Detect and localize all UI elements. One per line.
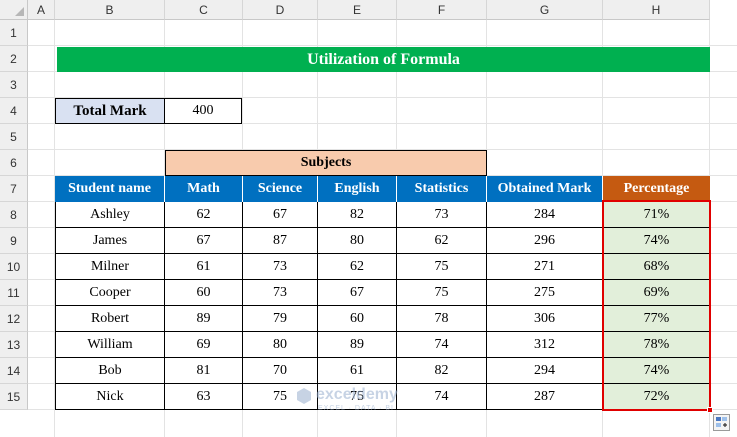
row-header-6[interactable]: 6 — [0, 150, 28, 176]
table-cell[interactable]: 67 — [165, 228, 243, 254]
watermark-logo-icon — [297, 388, 311, 404]
table-cell[interactable]: 82 — [397, 358, 487, 384]
gridline-horizontal — [28, 45, 737, 46]
table-cell[interactable]: 73 — [397, 202, 487, 228]
row-header-14[interactable]: 14 — [0, 358, 28, 384]
student-name-cell[interactable]: Ashley — [55, 202, 165, 228]
table-cell[interactable]: 89 — [165, 306, 243, 332]
column-header-d[interactable]: D — [243, 0, 318, 20]
row-header-12[interactable]: 12 — [0, 306, 28, 332]
total-mark-value[interactable]: 400 — [164, 98, 242, 124]
table-cell[interactable]: 62 — [165, 202, 243, 228]
quick-analysis-icon[interactable] — [713, 414, 730, 431]
table-cell[interactable]: 62 — [397, 228, 487, 254]
table-header-obtained-mark[interactable]: Obtained Mark — [487, 176, 603, 202]
table-cell[interactable]: 69 — [165, 332, 243, 358]
subjects-header[interactable]: Subjects — [165, 150, 487, 176]
table-cell[interactable]: 89 — [318, 332, 397, 358]
table-cell[interactable]: 62 — [318, 254, 397, 280]
table-cell[interactable]: 275 — [487, 280, 603, 306]
selection-outline — [602, 200, 711, 411]
row-header-10[interactable]: 10 — [0, 254, 28, 280]
student-name-cell[interactable]: Milner — [55, 254, 165, 280]
row-header-1[interactable]: 1 — [0, 20, 28, 46]
column-header-e[interactable]: E — [318, 0, 397, 20]
table-cell[interactable]: 75 — [397, 254, 487, 280]
student-name-cell[interactable]: Robert — [55, 306, 165, 332]
table-cell[interactable]: 63 — [165, 384, 243, 410]
column-header-f[interactable]: F — [397, 0, 487, 20]
table-header-science[interactable]: Science — [243, 176, 318, 202]
select-all-triangle-icon — [15, 7, 24, 16]
column-header-a[interactable]: A — [28, 0, 55, 20]
column-header-c[interactable]: C — [165, 0, 243, 20]
column-header-h[interactable]: H — [603, 0, 710, 20]
row-header-5[interactable]: 5 — [0, 124, 28, 150]
table-cell[interactable]: 296 — [487, 228, 603, 254]
table-cell[interactable]: 80 — [243, 332, 318, 358]
table-cell[interactable]: 60 — [165, 280, 243, 306]
table-cell[interactable]: 81 — [165, 358, 243, 384]
row-header-4[interactable]: 4 — [0, 98, 28, 124]
table-cell[interactable]: 80 — [318, 228, 397, 254]
table-cell[interactable]: 67 — [318, 280, 397, 306]
table-cell[interactable]: 82 — [318, 202, 397, 228]
table-cell[interactable]: 74 — [397, 384, 487, 410]
fill-handle[interactable] — [707, 407, 713, 413]
table-header-math[interactable]: Math — [165, 176, 243, 202]
total-mark-label[interactable]: Total Mark — [55, 98, 165, 124]
table-cell[interactable]: 73 — [243, 280, 318, 306]
table-header-student-name[interactable]: Student name — [55, 176, 165, 202]
title-banner[interactable]: Utilization of Formula — [57, 47, 710, 72]
table-cell[interactable]: 61 — [318, 358, 397, 384]
table-cell[interactable]: 284 — [487, 202, 603, 228]
watermark-brand: exceldemy — [316, 386, 398, 403]
table-cell[interactable]: 74 — [397, 332, 487, 358]
select-all-corner[interactable] — [0, 0, 28, 20]
table-cell[interactable]: 67 — [243, 202, 318, 228]
watermark-tagline: EXCEL · DATA · BI — [318, 405, 394, 412]
row-header-13[interactable]: 13 — [0, 332, 28, 358]
table-cell[interactable]: 73 — [243, 254, 318, 280]
table-header-statistics[interactable]: Statistics — [397, 176, 487, 202]
table-cell[interactable]: 306 — [487, 306, 603, 332]
row-header-11[interactable]: 11 — [0, 280, 28, 306]
row-header-3[interactable]: 3 — [0, 72, 28, 98]
row-header-7[interactable]: 7 — [0, 176, 28, 202]
table-cell[interactable]: 271 — [487, 254, 603, 280]
table-cell[interactable]: 294 — [487, 358, 603, 384]
student-name-cell[interactable]: James — [55, 228, 165, 254]
table-cell[interactable]: 61 — [165, 254, 243, 280]
row-header-8[interactable]: 8 — [0, 202, 28, 228]
student-name-cell[interactable]: Cooper — [55, 280, 165, 306]
student-name-cell[interactable]: Bob — [55, 358, 165, 384]
table-header-english[interactable]: English — [318, 176, 397, 202]
column-header-b[interactable]: B — [55, 0, 165, 20]
table-cell[interactable]: 287 — [487, 384, 603, 410]
table-cell[interactable]: 75 — [397, 280, 487, 306]
student-name-cell[interactable]: Nick — [55, 384, 165, 410]
table-cell[interactable]: 87 — [243, 228, 318, 254]
table-cell[interactable]: 70 — [243, 358, 318, 384]
column-header-g[interactable]: G — [487, 0, 603, 20]
row-header-9[interactable]: 9 — [0, 228, 28, 254]
table-cell[interactable]: 78 — [397, 306, 487, 332]
student-name-cell[interactable]: William — [55, 332, 165, 358]
table-cell[interactable]: 60 — [318, 306, 397, 332]
table-cell[interactable]: 312 — [487, 332, 603, 358]
table-cell[interactable]: 79 — [243, 306, 318, 332]
row-header-2[interactable]: 2 — [0, 46, 28, 72]
table-header-percentage[interactable]: Percentage — [603, 176, 710, 202]
row-header-15[interactable]: 15 — [0, 384, 28, 410]
